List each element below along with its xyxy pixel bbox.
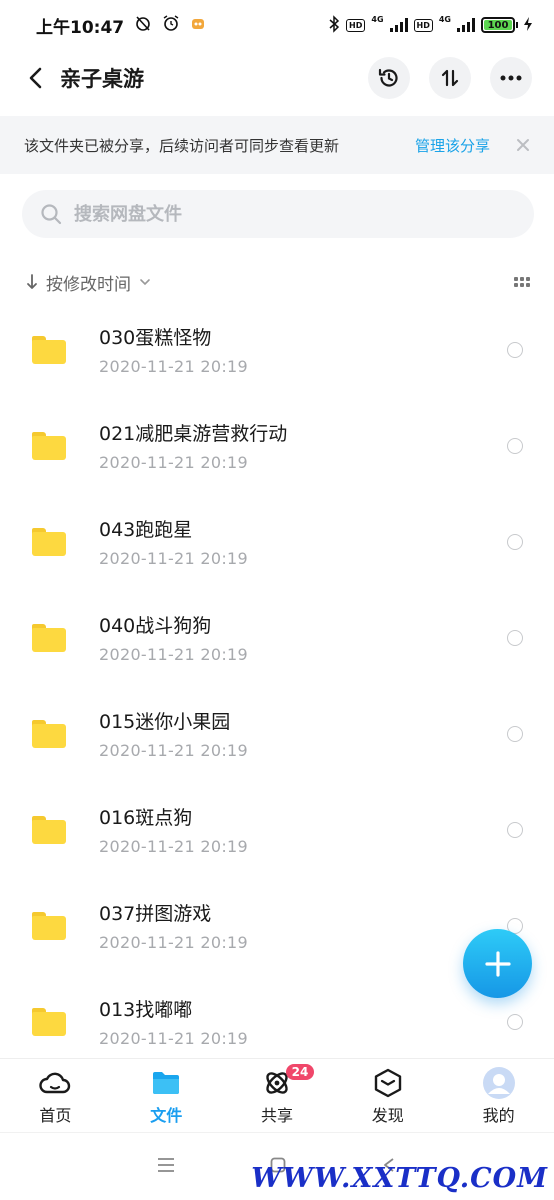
folder-icon [153, 1071, 180, 1094]
grid-view-button[interactable] [514, 277, 530, 287]
signal-4g-label: 4G [371, 14, 384, 24]
charging-icon [524, 16, 532, 34]
sort-transfer-button[interactable] [429, 57, 471, 99]
select-checkbox[interactable] [507, 342, 523, 358]
close-icon [517, 139, 529, 151]
bottom-tab-bar: 首页 文件 24 共享 发现 我的 [0, 1058, 554, 1132]
more-dots-icon [500, 75, 522, 81]
tab-label: 发现 [371, 1105, 404, 1125]
file-name: 021减肥桌游营救行动 [99, 422, 288, 445]
hd-badge: HD [346, 18, 366, 32]
list-item[interactable]: 021减肥桌游营救行动 2020-11-21 20:19 [0, 398, 554, 494]
folder-icon [32, 432, 66, 460]
select-checkbox[interactable] [507, 534, 523, 550]
file-date: 2020-11-21 20:19 [99, 836, 248, 856]
status-bar: 上午10:47 HD 4G HD 4G 100 [0, 0, 554, 50]
folder-icon [32, 1008, 66, 1036]
list-item[interactable]: 043跑跑星 2020-11-21 20:19 [0, 494, 554, 590]
folder-icon [32, 816, 66, 844]
chevron-left-icon [29, 67, 42, 89]
file-name: 013找嘟嘟 [99, 998, 193, 1021]
tab-label: 我的 [482, 1105, 515, 1125]
avatar-icon [482, 1066, 515, 1099]
select-checkbox[interactable] [507, 1014, 523, 1030]
share-banner: 该文件夹已被分享，后续访问者可同步查看更新 管理该分享 [0, 116, 554, 174]
app-notification-icon [190, 15, 206, 36]
banner-text: 该文件夹已被分享，后续访问者可同步查看更新 [24, 136, 340, 155]
plus-icon [484, 950, 511, 977]
alarm-icon [162, 14, 180, 37]
cube-icon [374, 1068, 401, 1097]
file-name: 040战斗狗狗 [99, 614, 212, 637]
arrow-down-icon [27, 274, 37, 289]
battery-level: 100 [484, 20, 512, 31]
tab-discover[interactable]: 发现 [332, 1059, 443, 1132]
tab-share[interactable]: 24 共享 [222, 1059, 333, 1132]
select-checkbox[interactable] [507, 438, 523, 454]
list-item[interactable]: 040战斗狗狗 2020-11-21 20:19 [0, 590, 554, 686]
chevron-down-icon [140, 279, 150, 286]
app-header: 亲子桌游 [0, 52, 554, 104]
signal-4g-label-2: 4G [438, 14, 451, 24]
file-name: 043跑跑星 [99, 518, 193, 541]
list-item[interactable]: 015迷你小果园 2020-11-21 20:19 [0, 686, 554, 782]
more-button[interactable] [490, 57, 532, 99]
file-date: 2020-11-21 20:19 [99, 452, 248, 472]
notification-badge: 24 [285, 1064, 315, 1080]
tab-label: 首页 [39, 1105, 72, 1125]
add-button[interactable] [463, 929, 532, 998]
select-checkbox[interactable] [507, 726, 523, 742]
tab-files[interactable]: 文件 [111, 1059, 222, 1132]
folder-icon [32, 336, 66, 364]
tab-profile[interactable]: 我的 [443, 1059, 554, 1132]
list-item[interactable]: 030蛋糕怪物 2020-11-21 20:19 [0, 302, 554, 398]
file-date: 2020-11-21 20:19 [99, 644, 248, 664]
folder-icon [32, 624, 66, 652]
bluetooth-icon [328, 14, 340, 36]
file-name: 015迷你小果园 [99, 710, 231, 733]
sort-bar: 按修改时间 [0, 262, 554, 302]
sort-label: 按修改时间 [46, 274, 131, 295]
file-date: 2020-11-21 20:19 [99, 1028, 248, 1048]
search-icon [41, 204, 62, 225]
file-date: 2020-11-21 20:19 [99, 548, 248, 568]
select-checkbox[interactable] [507, 630, 523, 646]
manage-share-link[interactable]: 管理该分享 [415, 135, 490, 156]
folder-icon [32, 720, 66, 748]
history-button[interactable] [368, 57, 410, 99]
list-item[interactable]: 016斑点狗 2020-11-21 20:19 [0, 782, 554, 878]
file-date: 2020-11-21 20:19 [99, 740, 248, 760]
battery-icon: 100 [481, 17, 518, 33]
hd-badge-2: HD [413, 18, 433, 32]
menu-nav-button[interactable] [157, 1157, 175, 1176]
tab-label: 文件 [150, 1105, 183, 1125]
tab-home[interactable]: 首页 [0, 1059, 111, 1132]
back-button[interactable] [20, 58, 50, 98]
menu-icon [158, 1158, 175, 1172]
file-date: 2020-11-21 20:19 [99, 356, 248, 376]
signal-icon [389, 18, 408, 32]
page-title: 亲子桌游 [60, 67, 144, 91]
history-icon [378, 68, 398, 87]
file-name: 037拼图游戏 [99, 902, 212, 925]
sort-by-modified-button[interactable]: 按修改时间 [26, 270, 514, 295]
status-time: 上午10:47 [36, 17, 125, 38]
file-name: 030蛋糕怪物 [99, 326, 212, 349]
folder-icon [32, 912, 66, 940]
tab-label: 共享 [260, 1105, 293, 1125]
folder-icon [32, 528, 66, 556]
banner-close-button[interactable] [514, 136, 532, 154]
sort-arrows-icon [441, 69, 459, 87]
search-input[interactable] [74, 203, 494, 225]
watermark: WWW.XXTTQ.COM [251, 1163, 548, 1194]
select-checkbox[interactable] [507, 822, 523, 838]
search-box[interactable] [22, 190, 534, 238]
mute-alarm-icon [134, 14, 152, 37]
cloud-icon [39, 1072, 71, 1093]
signal-icon-2 [457, 18, 475, 32]
file-name: 016斑点狗 [99, 806, 193, 829]
